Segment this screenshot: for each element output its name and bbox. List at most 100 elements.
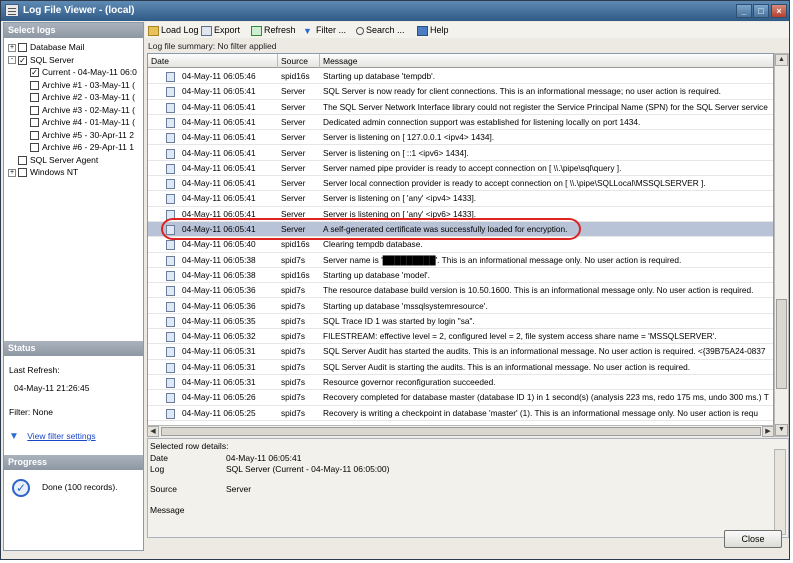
export-button[interactable]: Export	[201, 23, 240, 37]
tree-node[interactable]: Archive #6 - 29-Apr-11 1	[30, 141, 134, 153]
table-row[interactable]: 04-May-11 06:05:26 spid7s Recovery complet…	[148, 390, 773, 406]
table-row[interactable]: 04-May-11 06:05:31 spid7s SQL Server Audit…	[148, 344, 773, 360]
help-button[interactable]: Help	[417, 23, 449, 37]
close-button[interactable]: Close	[724, 530, 782, 548]
log-checkbox[interactable]	[30, 118, 39, 128]
table-row[interactable]: 04-May-11 06:05:31 spid7s Resource governo…	[148, 375, 773, 391]
table-row[interactable]: 04-May-11 06:05:35 spid7s SQL Trace ID 1 w…	[148, 314, 773, 330]
cell-source: Server	[281, 162, 306, 173]
log-entry-icon	[166, 117, 175, 128]
column-header-message[interactable]: Message	[320, 54, 773, 68]
cell-source: spid7s	[281, 377, 305, 387]
table-row[interactable]: 04-May-11 06:05:36 spid7s The resource dat…	[148, 283, 773, 299]
table-row[interactable]: 04-May-11 06:05:38 spid7s Server name is '…	[148, 253, 773, 268]
view-filter-settings-link[interactable]: View filter settings	[27, 431, 95, 441]
table-row[interactable]: 04-May-11 06:05:41 Server Server is listen…	[148, 146, 773, 161]
log-checkbox[interactable]	[30, 80, 39, 90]
cell-message: Resource governor reconfiguration succee…	[323, 377, 496, 387]
log-checkbox[interactable]	[30, 130, 39, 140]
details-scrollbar[interactable]	[774, 449, 786, 535]
table-row[interactable]: 04-May-11 06:05:36 spid7s Starting up data…	[148, 299, 773, 314]
log-entry-icon	[166, 72, 175, 82]
cell-message: Server named pipe provider is ready to a…	[323, 162, 622, 173]
tree-node[interactable]: Archive #3 - 02-May-11 (	[30, 104, 135, 116]
tree-node[interactable]: - ✓ SQL Server	[8, 54, 74, 66]
cell-message: Server local connection provider is read…	[323, 178, 706, 189]
cell-source: Server	[281, 147, 306, 158]
load-log-button[interactable]: Load Log	[148, 23, 199, 37]
search-button[interactable]: Search ...	[356, 23, 405, 37]
cell-message: SQL Trace ID 1 was started by login "sa"…	[323, 315, 475, 326]
scroll-right-arrow[interactable]: ▶	[762, 426, 774, 437]
log-checkbox[interactable]	[18, 168, 27, 178]
scroll-up-arrow[interactable]: ▲	[775, 54, 788, 66]
scroll-left-arrow[interactable]: ◀	[147, 426, 159, 437]
minimize-button[interactable]: _	[736, 4, 752, 18]
horizontal-scroll-thumb[interactable]	[161, 427, 761, 436]
scroll-thumb[interactable]	[776, 299, 787, 389]
table-row[interactable]: 04-May-11 06:05:25 spid7s Recovery is writ…	[148, 406, 773, 421]
close-window-button[interactable]: ×	[771, 4, 787, 18]
table-row[interactable]: 04-May-11 06:05:41 Server The SQL Server N…	[148, 100, 773, 115]
table-row[interactable]: 04-May-11 06:05:32 spid7s FILESTREAM: effe…	[148, 329, 773, 345]
cell-source: spid7s	[281, 407, 305, 418]
log-checkbox[interactable]: ✓	[30, 68, 39, 78]
details-date-value: 04-May-11 06:05:41	[226, 453, 302, 463]
log-file-viewer-window: Log File Viewer - (local) _ □ × Select l…	[0, 0, 790, 560]
cell-date: 04-May-11 06:05:31	[182, 377, 256, 387]
tree-node[interactable]: SQL Server Agent	[8, 154, 98, 166]
tree-node[interactable]: Archive #5 - 30-Apr-11 2	[30, 129, 134, 141]
cell-date: 04-May-11 06:05:41	[182, 193, 256, 204]
tree-node[interactable]: + Database Mail	[8, 41, 84, 53]
tree-node-label: Archive #6 - 29-Apr-11 1	[42, 142, 134, 152]
refresh-button[interactable]: Refresh	[251, 23, 296, 37]
cell-message: Starting up database 'tempdb'.	[323, 71, 436, 81]
log-checkbox[interactable]	[30, 143, 39, 153]
details-header: Selected row details:	[150, 441, 229, 451]
column-header-source[interactable]: Source	[278, 54, 320, 68]
log-entry-icon	[166, 286, 175, 297]
tree-node[interactable]: ✓ Current - 04-May-11 06:0	[30, 66, 137, 78]
table-row[interactable]: 04-May-11 06:05:38 spid16s Starting up dat…	[148, 268, 773, 284]
table-row[interactable]: 04-May-11 06:05:41 Server Server local con…	[148, 176, 773, 192]
maximize-button[interactable]: □	[753, 4, 769, 18]
log-checkbox[interactable]	[18, 43, 27, 53]
table-row[interactable]: 04-May-11 06:05:41 Server Dedicated admin …	[148, 115, 773, 131]
tree-node-label: Database Mail	[30, 42, 85, 52]
log-checkbox[interactable]	[18, 155, 27, 165]
filter-icon: ▼	[9, 431, 19, 442]
scroll-down-arrow[interactable]: ▼	[775, 424, 788, 436]
grid-header: Date Source Message	[148, 54, 773, 68]
tree-node-label: Windows NT	[30, 167, 79, 177]
log-entry-icon	[166, 362, 175, 373]
table-row[interactable]: 04-May-11 06:05:41 Server SQL Server is no…	[148, 84, 773, 100]
tree-node[interactable]: + Windows NT	[8, 166, 78, 178]
progress-header: Progress	[4, 455, 143, 470]
tree-node-label: Archive #1 - 03-May-11 (	[42, 79, 135, 90]
cell-date: 04-May-11 06:05:31	[182, 361, 256, 372]
grid-vertical-scrollbar[interactable]: ▲ ▼	[774, 53, 789, 437]
expand-icon[interactable]: +	[8, 168, 16, 177]
table-row[interactable]: 04-May-11 06:05:41 Server Server named pip…	[148, 161, 773, 177]
log-entry-icon	[166, 240, 175, 251]
tree-node-label: Archive #3 - 02-May-11 (	[42, 104, 135, 115]
log-checkbox[interactable]	[30, 105, 39, 115]
tree-node[interactable]: Archive #4 - 01-May-11 (	[30, 116, 135, 128]
cell-source: Server	[281, 101, 306, 112]
grid-horizontal-scrollbar[interactable]: ◀ ▶	[147, 425, 774, 437]
tree-node[interactable]: Archive #2 - 03-May-11 (	[30, 91, 135, 103]
expand-icon[interactable]: +	[8, 43, 16, 52]
table-row[interactable]: 04-May-11 06:05:31 spid7s SQL Server Audit…	[148, 360, 773, 375]
collapse-icon[interactable]: -	[8, 56, 16, 65]
filter-button[interactable]: ▼ Filter ...	[303, 23, 346, 37]
column-header-date[interactable]: Date	[148, 54, 278, 68]
table-row[interactable]: 04-May-11 06:05:46 spid16s Starting up dat…	[148, 69, 773, 85]
log-checkbox[interactable]	[30, 93, 39, 103]
table-row[interactable]: 04-May-11 06:05:41 Server Server is listen…	[148, 191, 773, 207]
log-checkbox[interactable]: ✓	[18, 55, 27, 65]
cell-date: 04-May-11 06:05:41	[182, 162, 256, 173]
table-row[interactable]: 04-May-11 06:05:41 Server Server is listen…	[148, 130, 773, 146]
annotation-highlight	[161, 218, 581, 240]
cell-source: Server	[281, 132, 306, 143]
tree-node[interactable]: Archive #1 - 03-May-11 (	[30, 79, 135, 91]
